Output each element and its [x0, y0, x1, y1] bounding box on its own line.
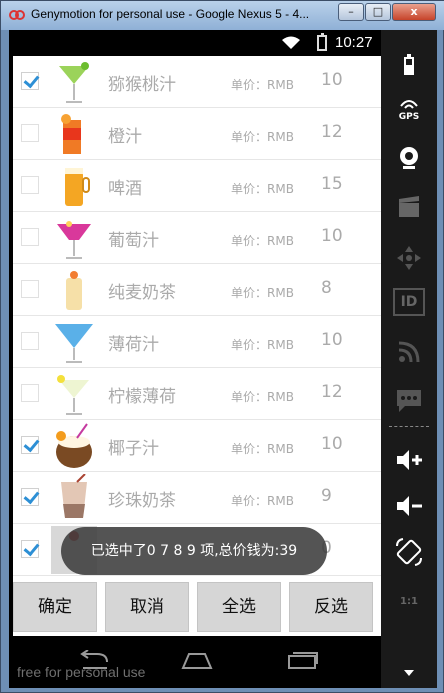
item-checkbox[interactable] — [21, 384, 39, 402]
list-item[interactable]: 纯麦奶茶 单价：RMB 8 — [13, 264, 381, 316]
item-price: 15 — [321, 174, 343, 194]
list-item[interactable]: 柠檬薄荷 单价：RMB 12 — [13, 368, 381, 420]
unit-price-label: 单价：RMB — [231, 78, 294, 92]
item-name: 纯麦奶茶 — [108, 283, 176, 303]
title-bar[interactable]: Genymotion for personal use - Google Nex… — [1, 1, 444, 30]
battery-icon — [317, 33, 327, 51]
item-price: 10 — [321, 226, 343, 246]
unit-price-label: 单价：RMB — [231, 442, 294, 456]
item-checkbox[interactable] — [21, 228, 39, 246]
device-id-widget[interactable]: ID — [393, 288, 425, 316]
drink-image — [66, 271, 82, 310]
drink-image — [59, 62, 89, 103]
rotate-screen-icon[interactable] — [393, 536, 425, 568]
drink-image — [57, 375, 89, 415]
rss-widget-icon[interactable] — [393, 336, 425, 368]
window-title: Genymotion for personal use - Google Nex… — [31, 7, 310, 21]
invert-selection-button[interactable]: 反选 — [289, 582, 373, 632]
unit-price-label: 单价：RMB — [231, 494, 294, 508]
maximize-button[interactable]: □ — [365, 3, 391, 21]
selection-toast: 已选中了0 7 8 9 项,总价钱为:39 — [61, 527, 327, 575]
item-price: 10 — [321, 434, 343, 454]
action-button-bar: 确定 取消 全选 反选 — [13, 578, 381, 636]
item-name: 椰子汁 — [108, 439, 159, 459]
unit-price-label: 单价：RMB — [231, 130, 294, 144]
cancel-button[interactable]: 取消 — [105, 582, 189, 632]
item-checkbox[interactable] — [21, 488, 39, 506]
item-checkbox[interactable] — [21, 332, 39, 350]
list-item[interactable]: 薄荷汁 单价：RMB 10 — [13, 316, 381, 368]
item-checkbox[interactable] — [21, 540, 39, 558]
item-name: 柠檬薄荷 — [108, 387, 176, 407]
list-item[interactable]: 啤酒 单价：RMB 15 — [13, 160, 381, 212]
list-item[interactable]: 珍珠奶茶 单价：RMB 9 — [13, 472, 381, 524]
item-checkbox[interactable] — [21, 280, 39, 298]
item-price: 8 — [321, 278, 332, 298]
list-item[interactable]: 橙汁 单价：RMB 12 — [13, 108, 381, 160]
item-checkbox[interactable] — [21, 72, 39, 90]
list-item[interactable]: 葡萄汁 单价：RMB 10 — [13, 212, 381, 264]
item-price: 12 — [321, 122, 343, 142]
home-icon[interactable] — [177, 650, 217, 670]
item-name: 珍珠奶茶 — [108, 491, 176, 511]
screencast-widget-icon[interactable] — [393, 192, 425, 224]
item-name: 猕猴桃汁 — [108, 75, 176, 95]
dpad-widget-icon[interactable] — [393, 242, 425, 274]
volume-down-icon[interactable] — [393, 490, 425, 522]
list-item[interactable]: 椰子汁 单价：RMB 10 — [13, 420, 381, 472]
item-checkbox[interactable] — [21, 176, 39, 194]
item-checkbox[interactable] — [21, 436, 39, 454]
device-frame: 10:27 猕猴桃汁 单价：RMB 10 橙汁 单价：RMB 12 啤酒 单价：RMB 15 葡萄… — [9, 30, 437, 688]
drink-image — [61, 114, 81, 154]
emulator-window: Genymotion for personal use - Google Nex… — [0, 0, 444, 693]
scroll-down-icon[interactable] — [404, 670, 414, 678]
android-screen: 10:27 猕猴桃汁 单价：RMB 10 橙汁 单价：RMB 12 啤酒 单价：RMB 15 葡萄… — [9, 30, 381, 688]
unit-price-label: 单价：RMB — [231, 390, 294, 404]
drink-image — [55, 324, 93, 363]
drink-image — [61, 474, 87, 518]
gps-label: GPS — [398, 112, 420, 122]
recent-apps-icon[interactable] — [285, 650, 321, 672]
item-price: 9 — [321, 486, 332, 506]
item-price: 12 — [321, 382, 343, 402]
webcam-widget-icon[interactable] — [393, 142, 425, 174]
item-name: 薄荷汁 — [108, 335, 159, 355]
item-checkbox[interactable] — [21, 124, 39, 142]
volume-up-icon[interactable] — [393, 444, 425, 476]
battery-widget-icon[interactable] — [393, 50, 425, 82]
item-price: 10 — [321, 330, 343, 350]
item-name: 葡萄汁 — [108, 231, 159, 251]
select-all-button[interactable]: 全选 — [197, 582, 281, 632]
status-bar: 10:27 — [9, 30, 381, 56]
item-name: 啤酒 — [108, 179, 142, 199]
drink-image — [57, 221, 91, 259]
close-button[interactable]: x — [392, 3, 436, 21]
genymotion-logo-icon — [9, 10, 25, 20]
item-name: 橙汁 — [108, 127, 142, 147]
unit-price-label: 单价：RMB — [231, 338, 294, 352]
navigation-bar: free for personal use — [9, 636, 381, 688]
minimize-button[interactable]: – — [338, 3, 364, 21]
genymotion-sidebar: GPS ID 1:1 — [381, 30, 437, 688]
watermark-text: free for personal use — [17, 664, 146, 680]
drink-image — [56, 423, 92, 468]
wifi-icon — [282, 36, 300, 49]
unit-price-label: 单价：RMB — [231, 182, 294, 196]
unit-price-label: 单价：RMB — [231, 234, 294, 248]
unit-price-label: 单价：RMB — [231, 286, 294, 300]
drink-image — [65, 168, 90, 206]
pixel-perfect-label[interactable]: 1:1 — [391, 596, 427, 607]
item-price: 10 — [321, 70, 343, 90]
status-time: 10:27 — [335, 34, 373, 51]
confirm-button[interactable]: 确定 — [13, 582, 97, 632]
sidebar-divider — [389, 426, 429, 427]
sms-widget-icon[interactable] — [393, 384, 425, 416]
list-item[interactable]: 猕猴桃汁 单价：RMB 10 — [13, 56, 381, 108]
